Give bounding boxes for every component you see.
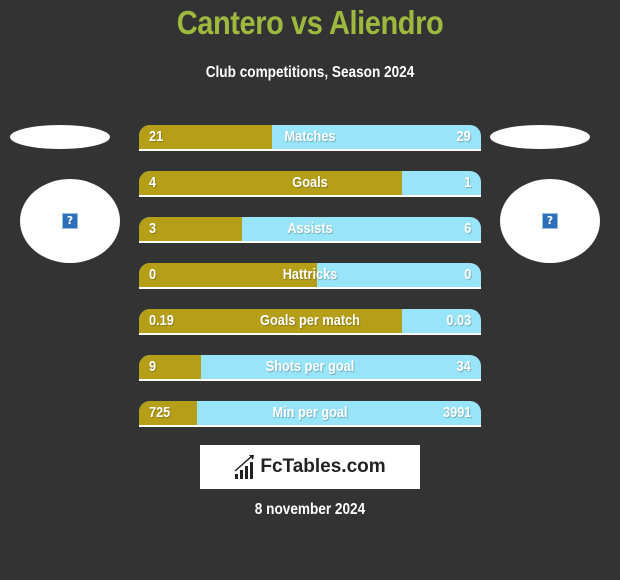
stat-label: Goals [292,174,328,191]
left-value: 21 [149,128,164,145]
stat-row-min-per-goal: 725 Min per goal 3991 [139,401,481,427]
right-value: 29 [456,128,471,145]
left-player-badge: ? [20,179,120,263]
stat-label: Assists [287,220,333,237]
stat-row-goals: 4 Goals 1 [139,171,481,197]
missing-image-icon: ? [542,213,558,229]
page-subtitle: Club competitions, Season 2024 [205,64,415,81]
stat-label: Shots per goal [265,358,355,375]
left-value: 9 [149,358,157,375]
stat-row-shots-per-goal: 9 Shots per goal 34 [139,355,481,381]
bar-chart-icon [234,455,255,479]
left-value: 4 [149,174,157,191]
left-player-name-oval [10,125,110,149]
right-value: 1 [463,174,471,191]
stat-label: Goals per match [260,312,360,329]
left-value: 3 [149,220,157,237]
right-value: 0 [463,266,471,283]
stat-label: Min per goal [272,404,348,421]
logo-text: FcTables.com [260,456,386,477]
stat-label: Matches [284,128,336,145]
stat-row-assists: 3 Assists 6 [139,217,481,243]
page-title: Cantero vs Aliendro [176,4,444,41]
fctables-logo[interactable]: FcTables.com [200,445,420,489]
missing-image-icon: ? [62,213,78,229]
right-player-name-oval [490,125,590,149]
date-label: 8 november 2024 [254,501,366,518]
left-value: 0 [149,266,157,283]
stat-row-hattricks: 0 Hattricks 0 [139,263,481,289]
right-value: 3991 [442,404,471,421]
stats-comparison: 21 Matches 29 4 Goals 1 3 Assists 6 0 Ha… [139,125,481,447]
stat-row-matches: 21 Matches 29 [139,125,481,151]
stat-row-goals-per-match: 0.19 Goals per match 0.03 [139,309,481,335]
right-value: 34 [456,358,471,375]
stat-label: Hattricks [282,266,338,283]
right-player-badge: ? [500,179,600,263]
right-value: 6 [463,220,471,237]
right-value: 0.03 [446,312,471,329]
